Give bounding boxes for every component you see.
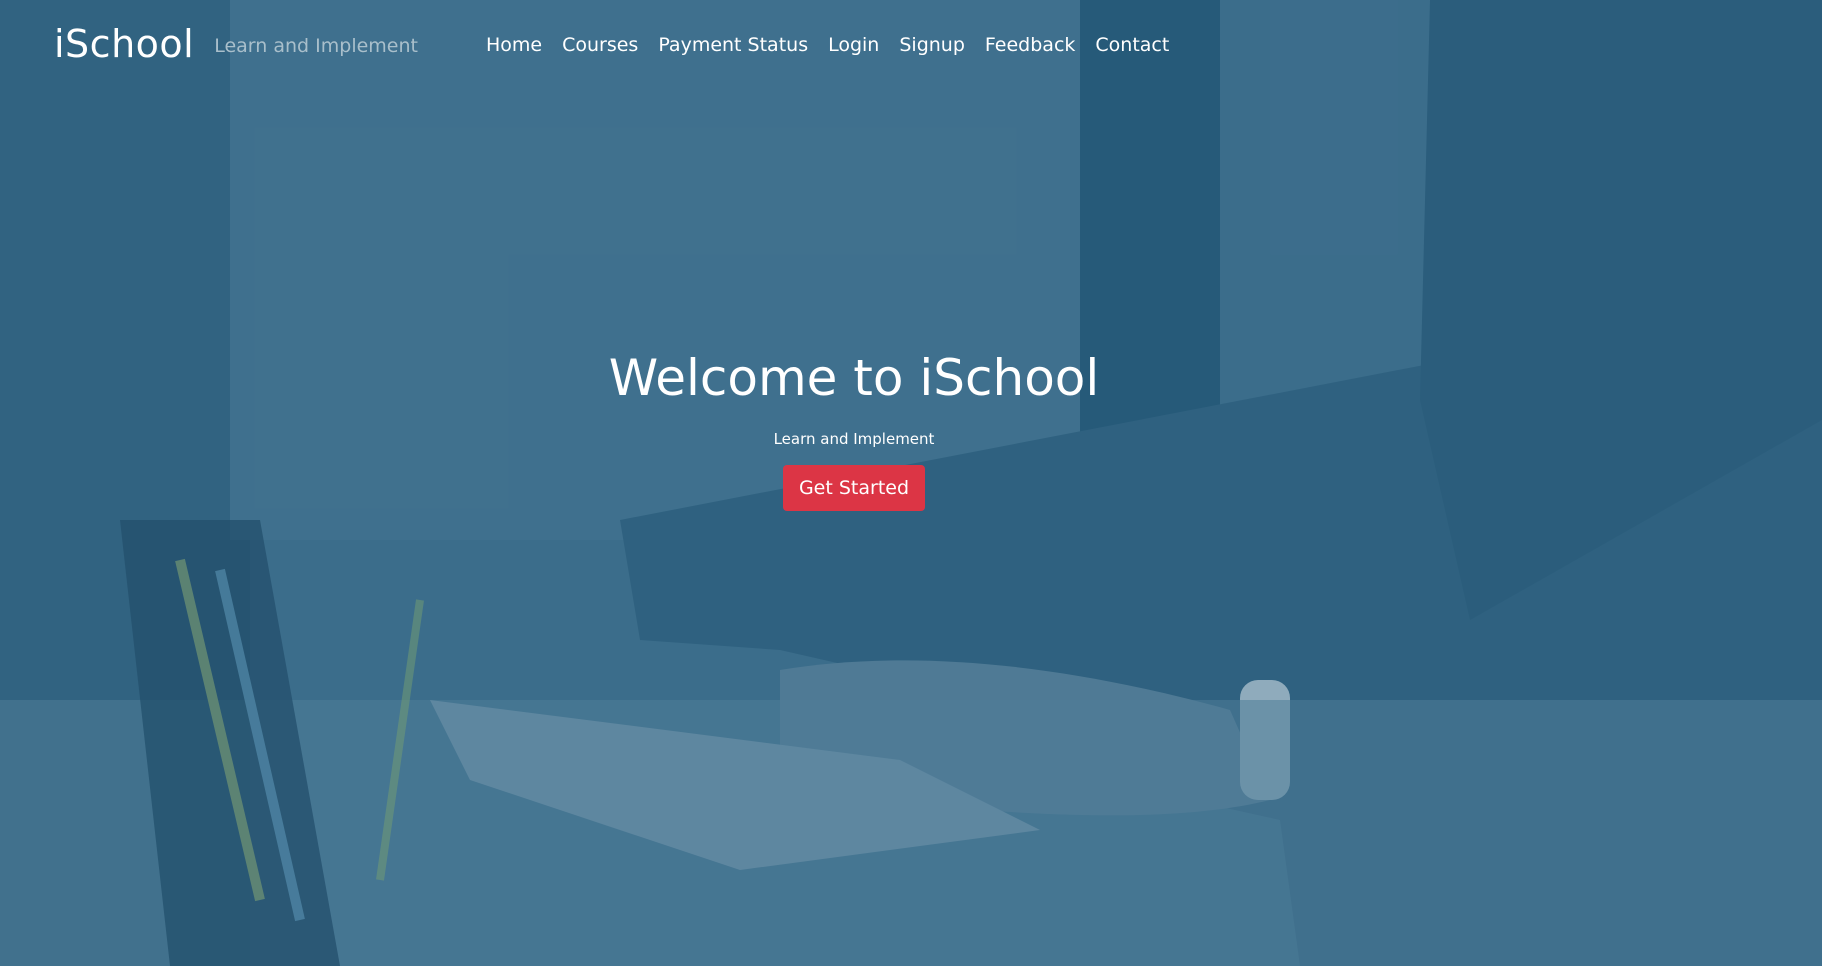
brand-logo[interactable]: iSchool [54, 25, 194, 63]
hero-title: Welcome to iSchool [608, 349, 1100, 407]
navbar-tagline: Learn and Implement [214, 35, 418, 57]
nav-links: Home Courses Payment Status Login Signup… [486, 34, 1169, 56]
hero-subtitle: Learn and Implement [773, 430, 935, 448]
get-started-button[interactable]: Get Started [782, 465, 926, 511]
nav-link-courses[interactable]: Courses [562, 34, 638, 56]
nav-link-signup[interactable]: Signup [899, 34, 965, 56]
nav-link-payment-status[interactable]: Payment Status [658, 34, 808, 56]
nav-link-login[interactable]: Login [828, 34, 879, 56]
nav-link-feedback[interactable]: Feedback [985, 34, 1075, 56]
nav-link-contact[interactable]: Contact [1095, 34, 1169, 56]
nav-link-home[interactable]: Home [486, 34, 542, 56]
hero-content: Welcome to iSchool Learn and Implement G… [0, 348, 1708, 511]
navbar: iSchool Learn and Implement Home Courses… [0, 0, 1822, 88]
hero-section: iSchool Learn and Implement Home Courses… [0, 0, 1822, 966]
